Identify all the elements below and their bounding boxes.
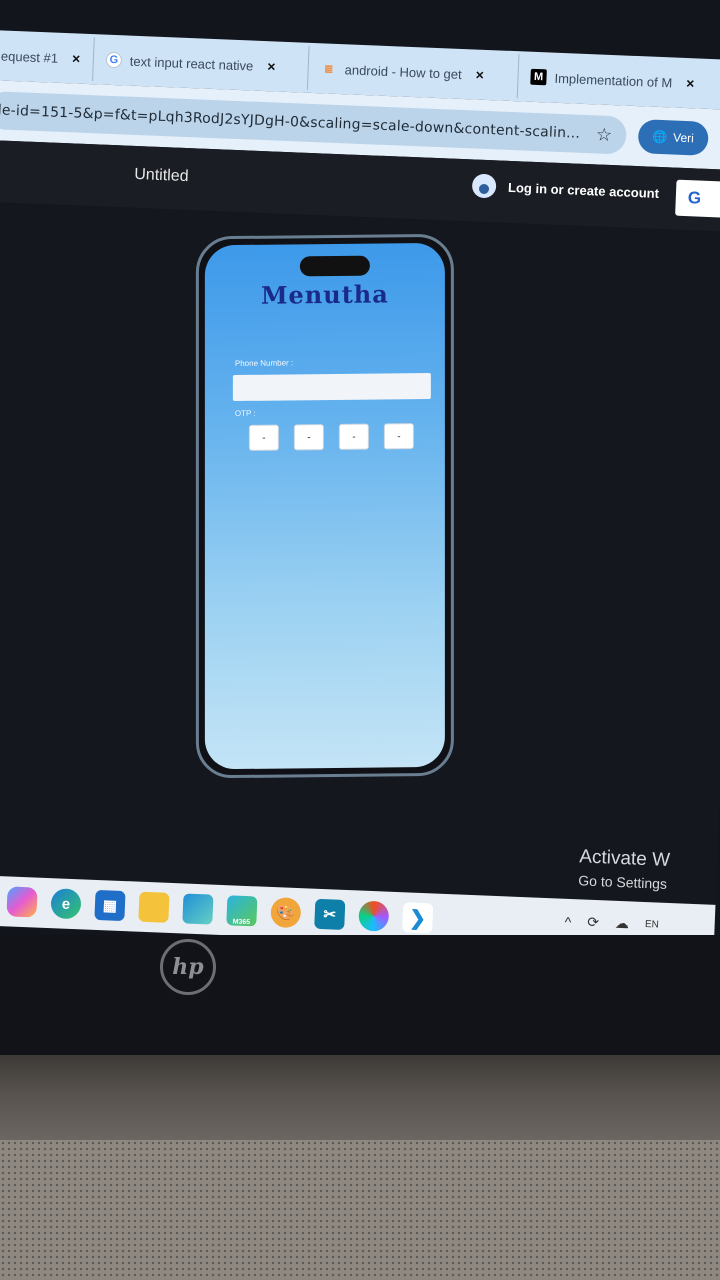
photos-icon[interactable] [182,893,214,925]
google-icon: G [105,51,123,69]
bookmark-star-icon[interactable]: ☆ [596,124,613,146]
tab-google-search[interactable]: G text input react native × [93,37,310,90]
phone-frame: Menutha Phone Number : OTP : - - - - [195,233,454,779]
otp-digit-2[interactable]: - [293,424,324,451]
m365-label: M365 [232,918,251,927]
browser-window: equest #1 × G text input react native × … [0,30,720,935]
login-button[interactable]: Log in or create account [471,173,660,204]
laptop-bezel [0,935,720,1060]
close-icon[interactable]: × [686,75,695,91]
laptop-screen: equest #1 × G text input react native × … [0,0,720,935]
stackoverflow-icon: ≣ [323,62,334,76]
system-tray: ^ ⟳ ☁ EN [564,913,659,934]
tab-label: text input react native [129,53,254,74]
watermark-line-1: Activate W [578,846,671,871]
tab-label: android - How to get [344,61,462,82]
m365-icon[interactable]: M365 [226,895,258,927]
tab-label: Implementation of M [554,70,673,90]
vscode-icon[interactable]: ❯ [402,902,434,934]
document-title[interactable]: Untitled [134,166,189,186]
otp-label: OTP : [234,408,256,419]
phone-number-label: Phone Number : [234,358,294,369]
laptop-hinge [0,1055,720,1140]
otp-digit-4[interactable]: - [383,423,414,450]
language-indicator[interactable]: EN [645,919,659,931]
close-icon[interactable]: × [72,50,81,66]
otp-digit-1[interactable]: - [248,424,279,451]
extension-label: Veri [672,130,695,146]
tab-medium[interactable]: M Implementation of M × [518,54,720,106]
user-avatar-icon [471,173,497,199]
phone-number-input[interactable] [232,372,431,402]
phone-notch [299,255,370,277]
activate-windows-watermark: Activate W Go to Settings [578,846,670,892]
design-canvas: Menutha Phone Number : OTP : - - - - Act… [0,201,720,932]
sync-icon[interactable]: ⟳ [587,914,599,931]
g-button[interactable]: G [675,179,720,218]
globe-icon: 🌐 [651,129,668,145]
url-text: de-id=151-5&p=f&t=pLqh3RodJ2sYJDgH-0&sca… [0,102,581,142]
paint-icon[interactable]: 🎨 [270,896,302,929]
extension-button[interactable]: 🌐 Veri [637,119,709,156]
app-title: Menutha [260,279,389,310]
figma-icon[interactable] [358,900,390,932]
tab-pull-request[interactable]: equest #1 × [0,32,95,82]
otp-digit-3[interactable]: - [338,423,369,450]
medium-icon: M [530,68,547,86]
file-explorer-icon[interactable] [138,891,170,923]
watermark-line-2: Go to Settings [578,872,668,892]
phone-screen: Menutha Phone Number : OTP : - - - - [204,242,445,770]
tab-stackoverflow[interactable]: ≣ android - How to get × [307,45,520,99]
chevron-up-icon[interactable]: ^ [564,913,571,929]
cloud-icon[interactable]: ☁ [615,915,630,933]
store-icon[interactable]: ▦ [94,889,126,922]
snipping-icon[interactable]: ✂ [314,898,346,930]
close-icon[interactable]: × [267,58,276,74]
close-icon[interactable]: × [475,67,484,83]
speaker-grille [0,1140,720,1280]
login-label: Log in or create account [507,179,660,201]
hp-logo: hp [160,939,216,995]
copilot-icon[interactable] [6,886,38,918]
tab-label: equest #1 [0,47,59,66]
edge-icon[interactable]: e [50,888,82,920]
